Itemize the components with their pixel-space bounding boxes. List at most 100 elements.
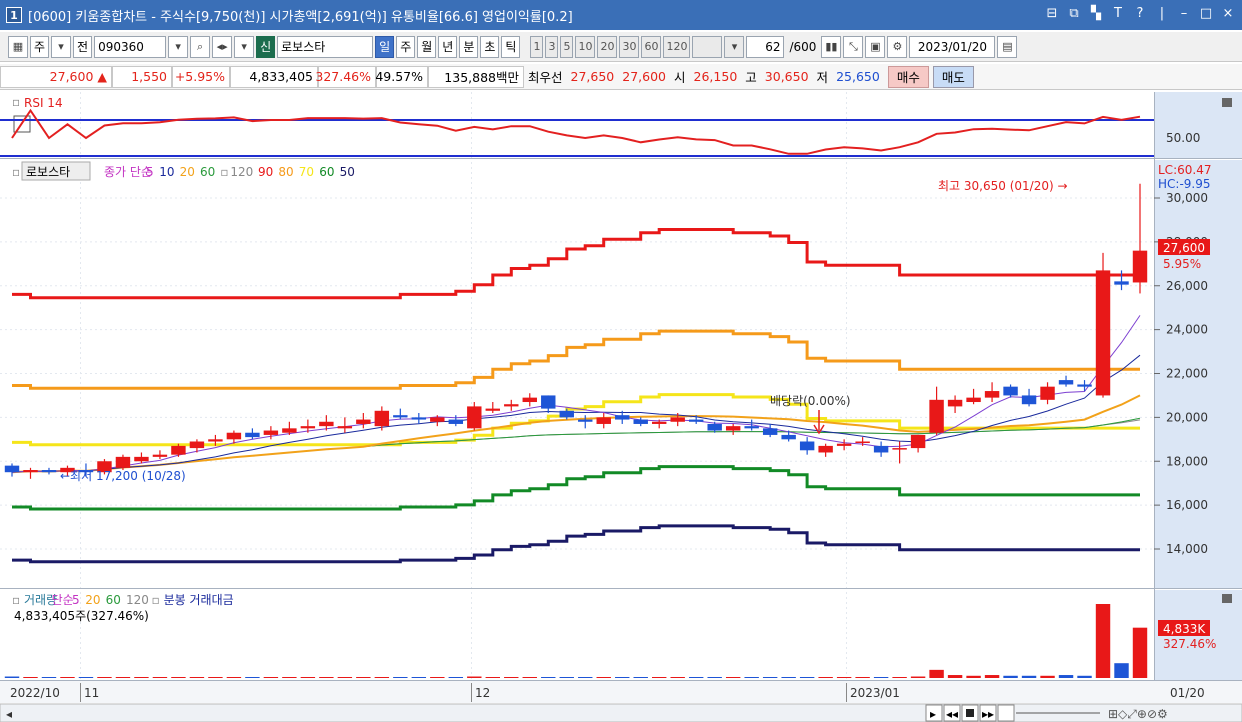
scroll-left-icon[interactable]: ◂: [6, 707, 12, 721]
volume-bar: [522, 677, 537, 678]
window-titlebar: 1 [0600] 키움종합차트 - 주식수[9,750(천)] 시가총액[2,6…: [0, 0, 1242, 30]
window-number-badge: 1: [6, 7, 22, 23]
date-input[interactable]: 2023/01/20: [909, 35, 996, 58]
volume-bar: [1040, 675, 1055, 678]
candle-body: [744, 426, 759, 429]
x-label-2022-10: 2022/10: [10, 686, 60, 700]
tab-minute[interactable]: 분: [459, 35, 479, 58]
window-button-help[interactable]: ?: [1132, 6, 1148, 21]
volume-bar: [485, 677, 500, 678]
line-tool-icon[interactable]: ⤡: [843, 35, 864, 58]
play-forward-glyph: ▸: [930, 707, 936, 721]
legend-item: 5: [146, 165, 154, 179]
tab-second[interactable]: 초: [480, 35, 500, 58]
interval-3[interactable]: 3: [545, 35, 559, 58]
tab-year[interactable]: 년: [438, 35, 458, 58]
candle-body: [189, 441, 205, 449]
rsi-panel-close-icon[interactable]: [1222, 98, 1232, 107]
window-button-copy[interactable]: ⧉: [1066, 6, 1082, 21]
legend-item: 60: [319, 165, 334, 179]
drawing-tools-icon[interactable]: ⊞◇⤢⊕⊘⚙: [1108, 707, 1168, 721]
candle-body: [1095, 270, 1111, 396]
low-price: 25,650: [836, 69, 880, 84]
y-tick-label: 26,000: [1166, 279, 1208, 293]
x-label-right: 01/20: [1170, 686, 1205, 700]
chevron-down-icon[interactable]: ▾: [724, 35, 745, 58]
window-button-layout[interactable]: ⊟: [1044, 6, 1060, 21]
calendar-icon[interactable]: ▤: [997, 35, 1018, 58]
volume-bar: [707, 677, 722, 678]
window-button-link[interactable]: ▚: [1088, 6, 1104, 21]
tab-week[interactable]: 주: [396, 35, 416, 58]
stock-name-field[interactable]: 로보스타: [277, 35, 374, 58]
volume-bar: [115, 677, 131, 678]
interval-60[interactable]: 60: [641, 35, 662, 58]
volume-bar: [1021, 675, 1037, 678]
buy-button[interactable]: 매수: [887, 65, 929, 88]
candle-body: [263, 430, 279, 435]
period-select[interactable]: 주: [30, 35, 50, 58]
panel-toggle-icon[interactable]: ▦: [8, 35, 28, 58]
window-button-text[interactable]: T: [1110, 6, 1126, 21]
volume-bar: [910, 676, 926, 678]
stock-name-tag: 로보스타: [26, 165, 70, 179]
volume-bar: [337, 677, 353, 678]
volume-bar: [41, 677, 57, 678]
sell-button[interactable]: 매도: [932, 65, 974, 88]
volume-panel-close-icon[interactable]: [1222, 594, 1232, 603]
candle-body: [4, 465, 20, 473]
legend-item: 120: [230, 165, 253, 179]
volume-legend: 거래량단순5 20 60 120 ▫ 분봉 거래대금: [24, 593, 234, 607]
candle-body: [485, 408, 500, 411]
volume-bar: [1003, 675, 1018, 678]
candle-body: [836, 443, 852, 446]
stock-code-input[interactable]: 090360: [94, 35, 167, 58]
tab-month[interactable]: 월: [417, 35, 437, 58]
legend-item: 90: [258, 165, 273, 179]
candle-body: [152, 454, 168, 457]
interval-custom-input[interactable]: [692, 35, 723, 58]
chart-area[interactable]: ▫ RSI 14 50.00 ▫ 로보스타 종가 단순 5 10 20 60 ▫ 120 90…: [0, 92, 1242, 722]
chevron-down-icon[interactable]: ▾: [51, 35, 72, 58]
candle-type-icon[interactable]: ▮▮: [821, 35, 842, 58]
candle-body: [799, 441, 815, 451]
save-icon[interactable]: ▣: [865, 35, 886, 58]
volume-bar: [208, 677, 223, 678]
candle-body: [725, 426, 741, 431]
volume-bar: [1095, 604, 1111, 678]
prev-button[interactable]: 전: [73, 35, 93, 58]
chevron-down-icon[interactable]: ▾: [168, 35, 189, 58]
best-label: 최우선: [528, 70, 563, 85]
current-pct-label: 5.95%: [1163, 257, 1201, 271]
price-change: 1,550: [112, 65, 172, 88]
gear-icon[interactable]: ⚙: [887, 35, 908, 58]
candle-body: [134, 456, 149, 462]
candle-body: [41, 470, 57, 473]
interval-30[interactable]: 30: [619, 35, 640, 58]
interval-120[interactable]: 120: [663, 35, 691, 58]
count-input[interactable]: 62: [746, 35, 785, 58]
chevron-down-icon[interactable]: ▾: [234, 35, 255, 58]
sound-icon[interactable]: ◂▸: [212, 35, 233, 58]
zoom-slider-handle[interactable]: [997, 704, 1015, 722]
search-icon[interactable]: ⌕: [190, 35, 211, 58]
price-panel-bullet: ▫: [12, 165, 20, 179]
tab-tick[interactable]: 틱: [501, 35, 521, 58]
close-button[interactable]: ×: [1220, 6, 1236, 21]
tab-day[interactable]: 일: [375, 35, 395, 58]
volume-bar: [393, 677, 408, 678]
interval-20[interactable]: 20: [597, 35, 618, 58]
maximize-button[interactable]: □: [1198, 6, 1214, 21]
interval-1[interactable]: 1: [530, 35, 544, 58]
interval-10[interactable]: 10: [575, 35, 596, 58]
minimize-button[interactable]: –: [1176, 6, 1192, 21]
volume-bar: [670, 677, 685, 678]
volume-bar: [263, 677, 279, 678]
chart-canvas[interactable]: ▫ RSI 14 50.00 ▫ 로보스타 종가 단순5 10 20 60 ▫ 120 90…: [0, 92, 1242, 722]
interval-5[interactable]: 5: [560, 35, 574, 58]
candle-body: [910, 434, 926, 449]
volume-bar: [1114, 663, 1129, 678]
candle-body: [23, 470, 38, 473]
volume-bar: [430, 677, 445, 678]
candle-body: [1132, 250, 1148, 283]
